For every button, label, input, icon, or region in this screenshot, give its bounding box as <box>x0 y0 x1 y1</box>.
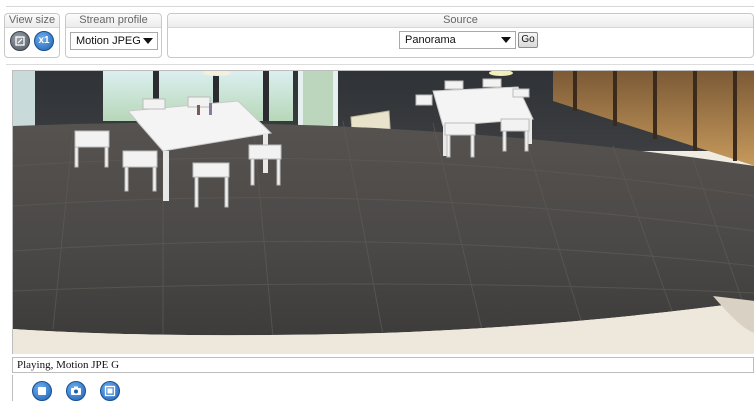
status-bar: Playing, Motion JPE G <box>12 357 754 373</box>
chevron-down-icon <box>143 38 153 44</box>
chevron-down-icon <box>501 37 511 43</box>
view-size-legend: View size <box>5 14 59 28</box>
scale-view-button[interactable] <box>10 31 30 51</box>
source-select[interactable]: Panorama <box>399 31 516 49</box>
stop-icon <box>38 387 46 395</box>
panorama-image <box>13 71 754 354</box>
stream-profile-group: Stream profile Motion JPEG <box>65 13 162 58</box>
view-full-button[interactable] <box>100 381 120 401</box>
toolbar-divider <box>6 64 754 65</box>
snapshot-icon <box>71 386 81 395</box>
view-size-group: View size x1 <box>4 13 60 58</box>
snapshot-button[interactable] <box>66 381 86 401</box>
stop-button[interactable] <box>32 381 52 401</box>
stream-profile-select[interactable]: Motion JPEG <box>70 32 158 50</box>
source-legend: Source <box>168 14 753 28</box>
go-button[interactable]: Go <box>518 32 538 48</box>
stream-profile-legend: Stream profile <box>66 14 161 28</box>
scale-icon <box>15 36 25 46</box>
source-value: Panorama <box>405 34 456 46</box>
stream-profile-value: Motion JPEG <box>76 35 141 47</box>
top-divider <box>6 6 754 7</box>
video-view[interactable] <box>12 70 754 354</box>
view-full-icon <box>104 385 116 397</box>
x1-icon: x1 <box>38 35 50 46</box>
control-bar <box>12 375 754 401</box>
actual-size-button[interactable]: x1 <box>34 31 54 51</box>
